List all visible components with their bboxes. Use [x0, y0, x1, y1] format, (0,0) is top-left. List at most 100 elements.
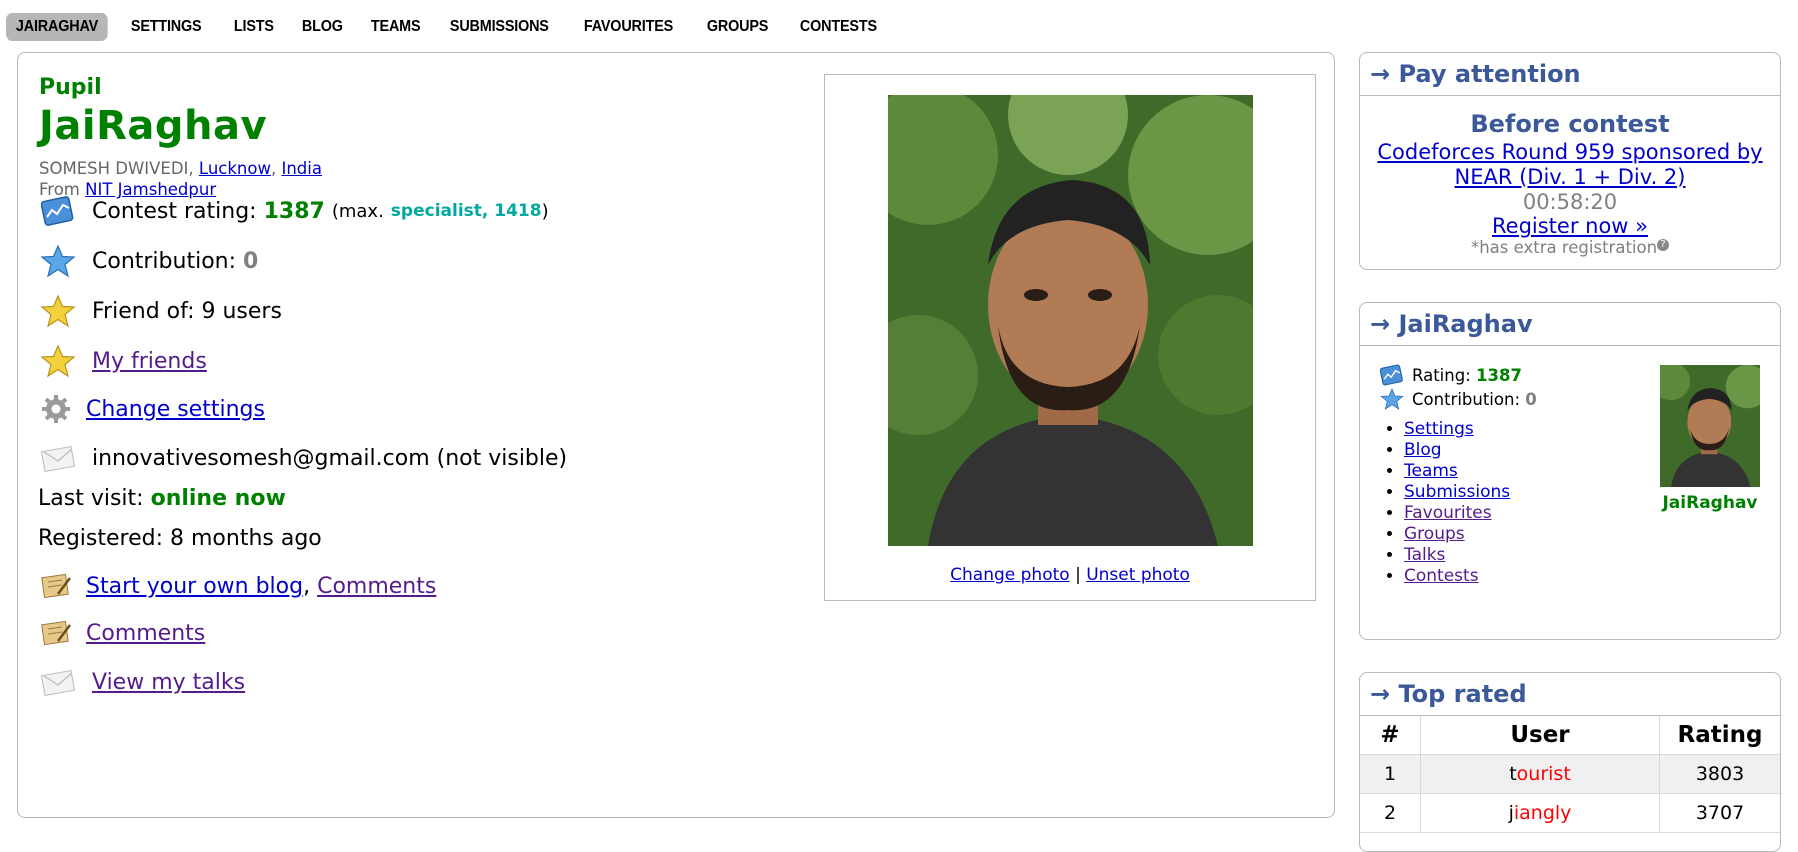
last-visit-label: Last visit:	[38, 486, 144, 511]
contribution-label: Contribution:	[92, 248, 237, 274]
photo-links: Change photo | Unset photo	[825, 565, 1315, 585]
col-header-rank: #	[1360, 716, 1421, 755]
nav-tab-groups[interactable]: GROUPS	[697, 13, 778, 41]
table-row: 2 jiangly 3707	[1360, 793, 1780, 833]
before-contest-title: Before contest	[1470, 110, 1670, 138]
contest-rating-value: 1387	[263, 198, 325, 224]
email-row: innovativesomesh@gmail.com (not visible)	[38, 438, 567, 478]
sidebox-link-favourites[interactable]: Favourites	[1404, 503, 1492, 523]
sidebox-rating-line: Rating: 1387	[1380, 363, 1537, 387]
max-rating-value: specialist, 1418	[390, 201, 542, 221]
sidebox-link-teams[interactable]: Teams	[1404, 461, 1458, 481]
view-talks-link[interactable]: View my talks	[92, 670, 245, 695]
list-item: Blog	[1404, 440, 1510, 461]
nav-tab-favourites[interactable]: FAVOURITES	[574, 13, 683, 41]
row-user[interactable]: jiangly	[1420, 793, 1660, 833]
talks-row: View my talks	[38, 662, 245, 702]
user-fullname: SOMESH DWIVEDI	[39, 159, 189, 178]
my-friends-link[interactable]: My friends	[92, 349, 207, 374]
last-visit-row: Last visit: online now	[38, 486, 286, 511]
last-visit-value: online now	[150, 486, 286, 511]
sidebox-link-submissions[interactable]: Submissions	[1404, 482, 1510, 502]
user-rest[interactable]: ourist	[1517, 763, 1571, 785]
comments-icon	[38, 613, 74, 653]
extra-registration-note: *has extra registration?	[1360, 238, 1780, 257]
city-link[interactable]: Lucknow	[199, 159, 271, 178]
sidebox-link-blog[interactable]: Blog	[1404, 440, 1442, 460]
sidebox-link-groups[interactable]: Groups	[1404, 524, 1465, 544]
list-item: Contests	[1404, 566, 1510, 587]
change-settings-link[interactable]: Change settings	[86, 397, 265, 422]
row-rating: 3803	[1659, 754, 1780, 794]
user-handle: JaiRaghav	[39, 103, 268, 149]
list-item: Favourites	[1404, 503, 1510, 524]
nav-tab-settings[interactable]: SETTINGS	[121, 13, 211, 41]
nav-tab-lists[interactable]: LISTS	[224, 13, 284, 41]
comments-inline-link[interactable]: Comments	[317, 574, 436, 599]
country-link[interactable]: India	[281, 159, 322, 178]
start-blog-link[interactable]: Start your own blog	[86, 574, 303, 599]
user-photo	[888, 95, 1253, 546]
register-now-link[interactable]: Register now »	[1492, 214, 1648, 238]
nav-tab-blog[interactable]: BLOG	[292, 13, 353, 41]
contribution-value: 0	[243, 248, 259, 274]
top-rated-caption: → Top rated	[1360, 673, 1780, 716]
sidebox-link-talks[interactable]: Talks	[1404, 545, 1445, 565]
gear-icon	[38, 389, 74, 429]
col-header-user: User	[1420, 716, 1660, 755]
top-rated-table: # User Rating 1 tourist 3803 2 jiangly 3…	[1360, 716, 1780, 833]
list-item: Teams	[1404, 461, 1510, 482]
list-item: Settings	[1404, 419, 1510, 440]
rating-chart-icon	[1380, 364, 1403, 386]
contest-rating-label: Contest rating:	[92, 198, 257, 224]
pay-attention-body: Before contest Codeforces Round 959 spon…	[1360, 110, 1780, 257]
user-rank: Pupil	[39, 75, 102, 100]
contribution-row: Contribution: 0	[38, 241, 258, 281]
avatar-name[interactable]: JaiRaghav	[1650, 493, 1770, 513]
user-first-letter[interactable]: t	[1509, 763, 1516, 785]
profile-box: Pupil JaiRaghav SOMESH DWIVEDI, Lucknow,…	[17, 52, 1335, 818]
list-item: Groups	[1404, 524, 1510, 545]
sidebox-rating-label: Rating:	[1412, 365, 1471, 385]
sidebox-contribution-label: Contribution:	[1412, 389, 1521, 409]
top-rated-box: → Top rated # User Rating 1 tourist 3803…	[1359, 672, 1781, 852]
contest-rating-row: Contest rating: 1387 (max. specialist, 1…	[38, 191, 549, 231]
max-rating-suffix: )	[541, 200, 549, 222]
nav-tab-contests[interactable]: CONTESTS	[790, 13, 887, 41]
rating-chart-icon	[38, 191, 78, 231]
row-user[interactable]: tourist	[1420, 754, 1660, 794]
photo-link-separator: |	[1075, 565, 1081, 585]
row-rank: 2	[1360, 793, 1421, 833]
email-text: innovativesomesh@gmail.com (not visible)	[92, 445, 568, 471]
top-nav: JAIRAGHAV SETTINGS LISTS BLOG TEAMS SUBM…	[6, 12, 899, 42]
blog-row: Start your own blog, Comments	[38, 566, 436, 606]
nav-tab-teams[interactable]: TEAMS	[361, 13, 430, 41]
unset-photo-link[interactable]: Unset photo	[1086, 565, 1190, 585]
comments-link[interactable]: Comments	[86, 621, 205, 646]
row-rating: 3707	[1659, 793, 1780, 833]
sidebox-link-settings[interactable]: Settings	[1404, 419, 1474, 439]
user-links-list: Settings Blog Teams Submissions Favourit…	[1382, 419, 1510, 587]
pay-attention-box: → Pay attention Before contest Codeforce…	[1359, 52, 1781, 270]
registered-row: Registered: 8 months ago	[38, 526, 322, 551]
row-rank: 1	[1360, 754, 1421, 794]
nav-tab-submissions[interactable]: SUBMISSIONS	[440, 13, 559, 41]
sidebox-contribution-line: Contribution: 0	[1380, 387, 1537, 411]
contest-link[interactable]: Codeforces Round 959 sponsored by NEAR (…	[1370, 140, 1770, 190]
help-icon[interactable]: ?	[1657, 238, 1670, 251]
pay-attention-caption: → Pay attention	[1360, 53, 1780, 96]
sidebox-rating-value: 1387	[1476, 365, 1522, 385]
change-photo-link[interactable]: Change photo	[950, 565, 1070, 585]
sidebox-link-contests[interactable]: Contests	[1404, 566, 1479, 586]
extra-registration-text: *has extra registration	[1470, 238, 1658, 257]
list-item: Submissions	[1404, 482, 1510, 503]
my-friends-row: My friends	[38, 341, 207, 381]
friend-of-row: Friend of: 9 users	[38, 291, 282, 331]
user-sidebox-info: Rating: 1387 Contribution: 0	[1380, 363, 1537, 411]
table-row: 1 tourist 3803	[1360, 754, 1780, 794]
nav-tab-profile[interactable]: JAIRAGHAV	[6, 13, 108, 41]
user-rest[interactable]: iangly	[1514, 802, 1572, 824]
avatar[interactable]	[1660, 365, 1760, 487]
blue-star-icon	[1380, 387, 1404, 410]
countdown-timer: 00:58:20	[1522, 190, 1618, 214]
